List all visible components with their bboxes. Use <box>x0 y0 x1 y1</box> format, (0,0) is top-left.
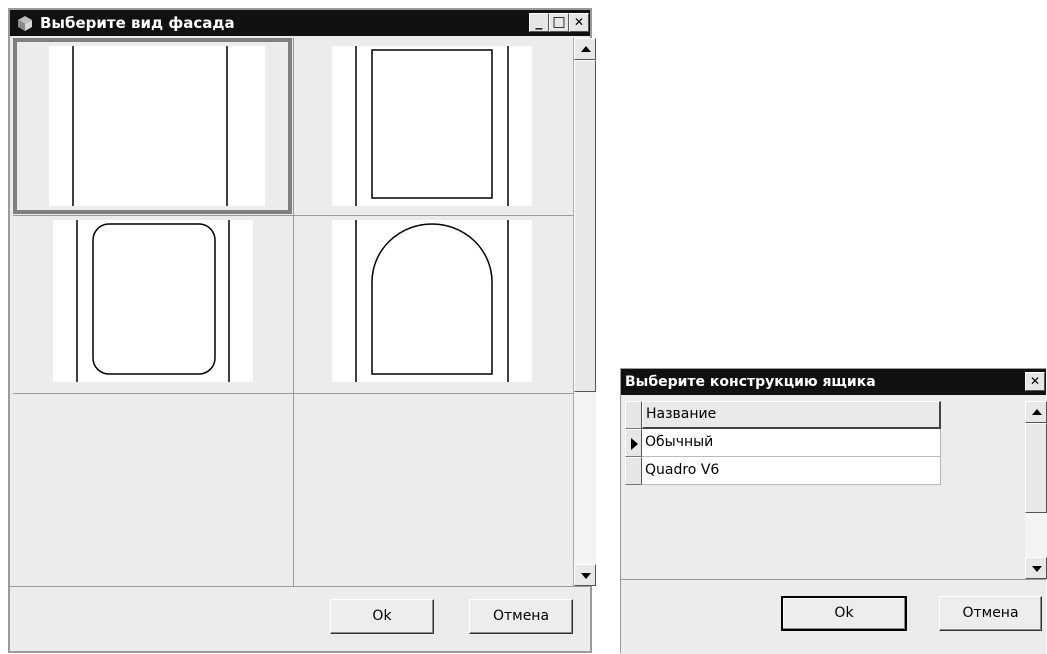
table-row[interactable]: Обычный <box>625 429 941 457</box>
scroll-up-button[interactable] <box>1025 401 1047 423</box>
facade-option-straight-frame[interactable] <box>13 38 292 214</box>
close-button[interactable]: ✕ <box>1025 372 1045 391</box>
minimize-icon: _ <box>535 14 543 30</box>
table-cell-name[interactable]: Обычный <box>642 429 941 457</box>
maximize-icon: □ <box>552 14 566 30</box>
facade-scrollbar[interactable] <box>574 38 596 586</box>
app-icon <box>18 16 32 31</box>
cancel-button[interactable]: Отмена <box>939 596 1042 631</box>
drawer-scrollbar[interactable] <box>1025 401 1047 579</box>
close-icon: ✕ <box>1029 374 1041 388</box>
scroll-down-button[interactable] <box>574 564 596 586</box>
chevron-up-icon <box>1032 409 1042 415</box>
ok-button[interactable]: Ok <box>781 596 907 631</box>
scroll-up-button[interactable] <box>574 38 596 60</box>
grid-divider <box>13 215 574 216</box>
facade-dialog-footer: Ok Отмена <box>10 586 590 646</box>
facade-option-rectangular-panel[interactable] <box>294 38 571 212</box>
scroll-thumb[interactable] <box>1025 423 1047 513</box>
row-indicator <box>625 429 642 457</box>
arched-panel-preview <box>332 220 532 382</box>
drawer-dialog-title: Выберите конструкцию ящика <box>625 374 876 390</box>
table-cell-name[interactable]: Quadro V6 <box>642 457 941 485</box>
drawer-dialog: Выберите конструкцию ящика ✕ Название Об… <box>620 368 1047 654</box>
minimize-button[interactable]: _ <box>529 13 549 32</box>
facade-option-empty <box>13 394 290 584</box>
facade-dialog: Выберите вид фасада _ □ ✕ Ok Отмена <box>8 8 596 653</box>
facade-grid <box>13 38 574 586</box>
table-header-row: Название <box>625 401 941 429</box>
cancel-button[interactable]: Отмена <box>469 599 573 634</box>
maximize-button[interactable]: □ <box>549 13 569 32</box>
close-icon: ✕ <box>573 15 585 29</box>
ok-button[interactable]: Ok <box>330 599 434 634</box>
current-row-icon <box>631 438 638 450</box>
rounded-panel-preview <box>53 220 253 382</box>
grid-divider <box>13 393 574 394</box>
facade-option-arched-panel[interactable] <box>294 216 571 390</box>
chevron-down-icon <box>581 573 591 579</box>
chevron-down-icon <box>1032 566 1042 572</box>
drawer-dialog-titlebar[interactable]: Выберите конструкцию ящика ✕ <box>621 369 1046 395</box>
table-row[interactable]: Quadro V6 <box>625 457 941 485</box>
close-button[interactable]: ✕ <box>569 13 589 32</box>
row-indicator <box>625 457 642 485</box>
scroll-thumb[interactable] <box>574 60 596 392</box>
drawer-dialog-footer: Ok Отмена <box>621 579 1046 654</box>
header-indicator <box>625 401 642 429</box>
rectangular-panel-preview <box>332 46 532 206</box>
column-header-name[interactable]: Название <box>642 401 941 429</box>
facade-option-empty <box>294 394 571 584</box>
facade-dialog-title: Выберите вид фасада <box>40 14 235 32</box>
scroll-down-button[interactable] <box>1025 557 1047 579</box>
facade-option-rounded-panel[interactable] <box>13 216 290 390</box>
chevron-up-icon <box>581 46 591 52</box>
grid-divider <box>293 38 294 586</box>
facade-dialog-titlebar[interactable]: Выберите вид фасада _ □ ✕ <box>10 10 590 36</box>
drawer-table-area: Название Обычный Quadro V6 <box>621 395 1025 575</box>
selection-highlight <box>13 38 292 214</box>
